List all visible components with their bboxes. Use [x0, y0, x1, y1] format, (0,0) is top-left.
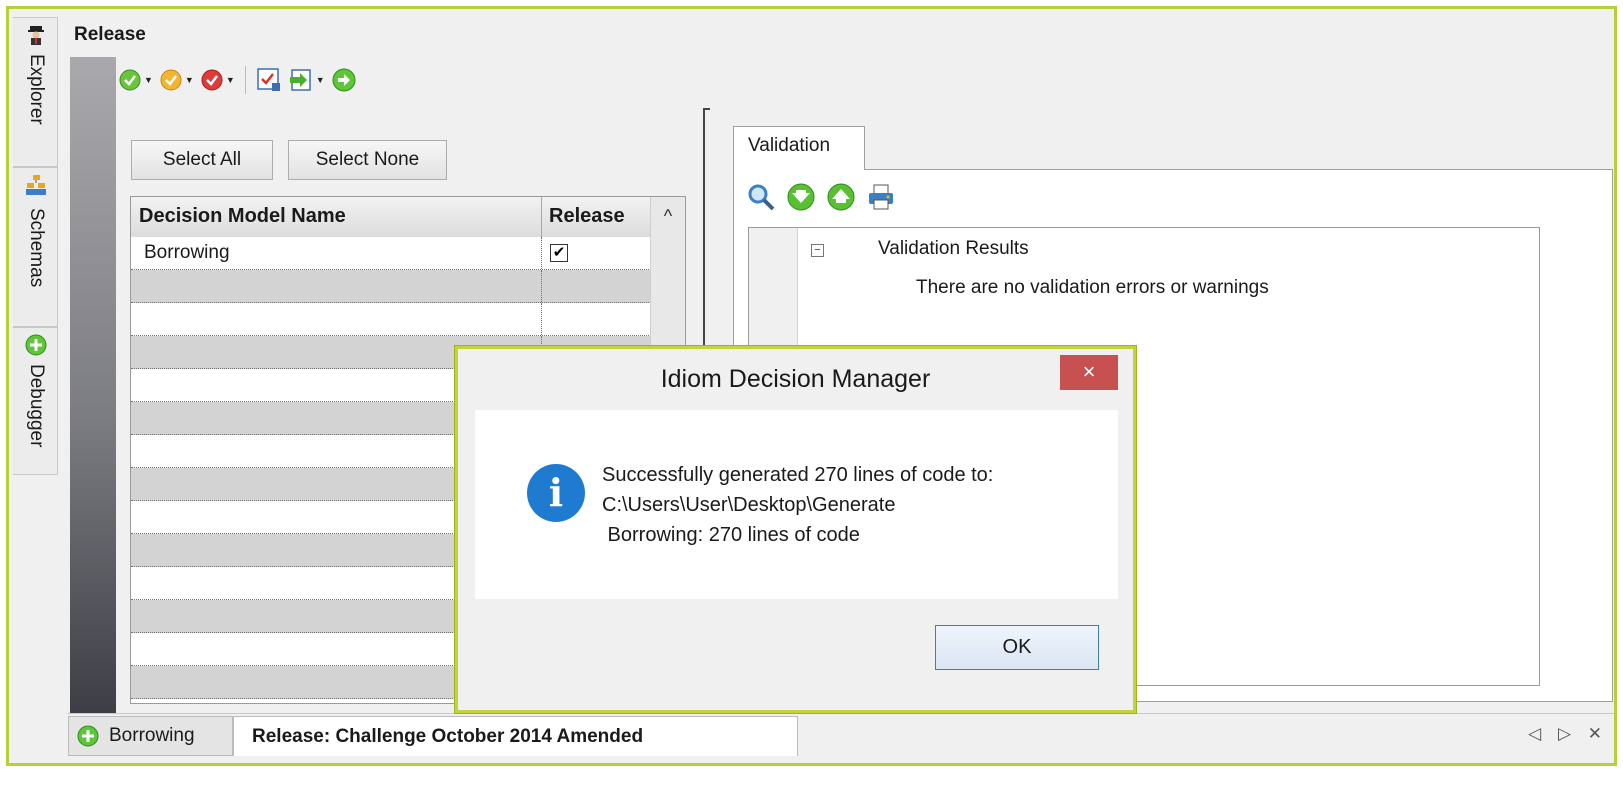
tab-borrowing-label: Borrowing — [109, 725, 195, 746]
column-header-release[interactable]: Release — [549, 205, 625, 228]
side-tab-explorer-label: Explorer — [26, 54, 47, 125]
dialog-title: Idiom Decision Manager — [660, 365, 931, 393]
agent-icon — [28, 26, 44, 45]
xml-schema-icon — [26, 175, 46, 195]
tab-navigation-controls[interactable]: ◁ ▷ ✕ — [1528, 724, 1608, 744]
side-tab-schemas-label: Schemas — [26, 208, 47, 288]
generate-dropdown-button[interactable]: ▼ — [286, 65, 327, 95]
select-all-button[interactable]: Select All — [131, 140, 273, 180]
validation-toolbar — [746, 182, 896, 212]
decision-model-name: Borrowing — [144, 242, 230, 263]
execute-button[interactable] — [329, 65, 359, 95]
validate-button[interactable] — [254, 65, 284, 95]
select-none-button[interactable]: Select None — [288, 140, 447, 180]
chevron-down-icon: ▼ — [144, 75, 153, 85]
previous-up-icon[interactable] — [826, 182, 856, 212]
table-row[interactable]: Borrowing ✔ — [131, 237, 653, 270]
checklist-icon — [257, 68, 280, 91]
ok-button[interactable]: OK — [935, 625, 1099, 670]
warn-dropdown-button[interactable]: ▼ — [157, 65, 196, 95]
reject-dropdown-button[interactable]: ▼ — [198, 65, 237, 95]
validation-results-node[interactable]: Validation Results — [878, 238, 1029, 260]
tab-validation[interactable]: Validation — [733, 126, 865, 170]
message-line-3: Borrowing: 270 lines of code — [602, 524, 860, 546]
approve-dropdown-button[interactable]: ▼ — [116, 65, 155, 95]
message-line-1: Successfully generated 270 lines of code… — [602, 464, 994, 486]
chevron-down-icon: ▼ — [225, 75, 235, 85]
grid-header: Decision Model Name Release — [131, 197, 685, 238]
column-divider — [541, 197, 542, 237]
chevron-down-icon: ▼ — [315, 75, 325, 85]
green-plus-icon — [25, 334, 47, 356]
generate-code-icon — [289, 69, 311, 91]
tab-release-challenge[interactable]: Release: Challenge October 2014 Amended — [233, 716, 798, 756]
green-plus-icon — [77, 725, 99, 747]
table-row[interactable] — [131, 303, 653, 336]
printer-icon[interactable] — [866, 182, 896, 212]
info-icon: i — [527, 464, 585, 522]
cell-divider — [541, 270, 542, 302]
tab-borrowing[interactable]: Borrowing — [68, 716, 233, 756]
release-toolbar: ▼ ▼ ▼ ▼ — [116, 62, 359, 98]
collapse-toggle[interactable]: − — [811, 244, 824, 257]
table-row[interactable] — [131, 270, 653, 303]
cell-divider — [541, 237, 542, 269]
side-tab-schemas[interactable]: Schemas — [13, 167, 58, 327]
side-tab-debugger[interactable]: Debugger — [13, 327, 58, 475]
chevron-down-icon: ▼ — [184, 75, 194, 85]
column-header-name[interactable]: Decision Model Name — [139, 205, 346, 228]
side-tab-debugger-label: Debugger — [26, 364, 47, 448]
dialog-body: i Successfully generated 270 lines of co… — [475, 410, 1118, 599]
orange-check-icon — [160, 69, 182, 91]
next-down-icon[interactable] — [786, 182, 816, 212]
message-line-2: C:\Users\User\Desktop\Generate — [602, 494, 896, 516]
toolbar-separator — [244, 66, 246, 94]
page-title: Release — [74, 24, 146, 45]
cell-divider — [541, 303, 542, 335]
search-icon[interactable] — [746, 182, 776, 212]
tab-release-label: Release: Challenge October 2014 Amended — [252, 725, 644, 747]
side-tab-strip: Explorer Schemas Debugger — [13, 17, 60, 475]
close-button[interactable]: × — [1060, 355, 1118, 390]
message-dialog: Idiom Decision Manager × i Successfully … — [455, 346, 1136, 713]
scroll-up-button[interactable]: ^ — [651, 197, 685, 237]
gutter-gradient — [70, 57, 116, 720]
side-tab-explorer[interactable]: Explorer — [13, 17, 58, 167]
red-check-icon — [201, 69, 223, 91]
release-checkbox[interactable]: ✔ — [550, 244, 568, 262]
green-check-icon — [119, 69, 141, 91]
green-arrow-icon — [332, 68, 356, 92]
validation-message: There are no validation errors or warnin… — [916, 277, 1269, 298]
document-tab-bar: Borrowing Release: Challenge October 201… — [68, 713, 1614, 758]
